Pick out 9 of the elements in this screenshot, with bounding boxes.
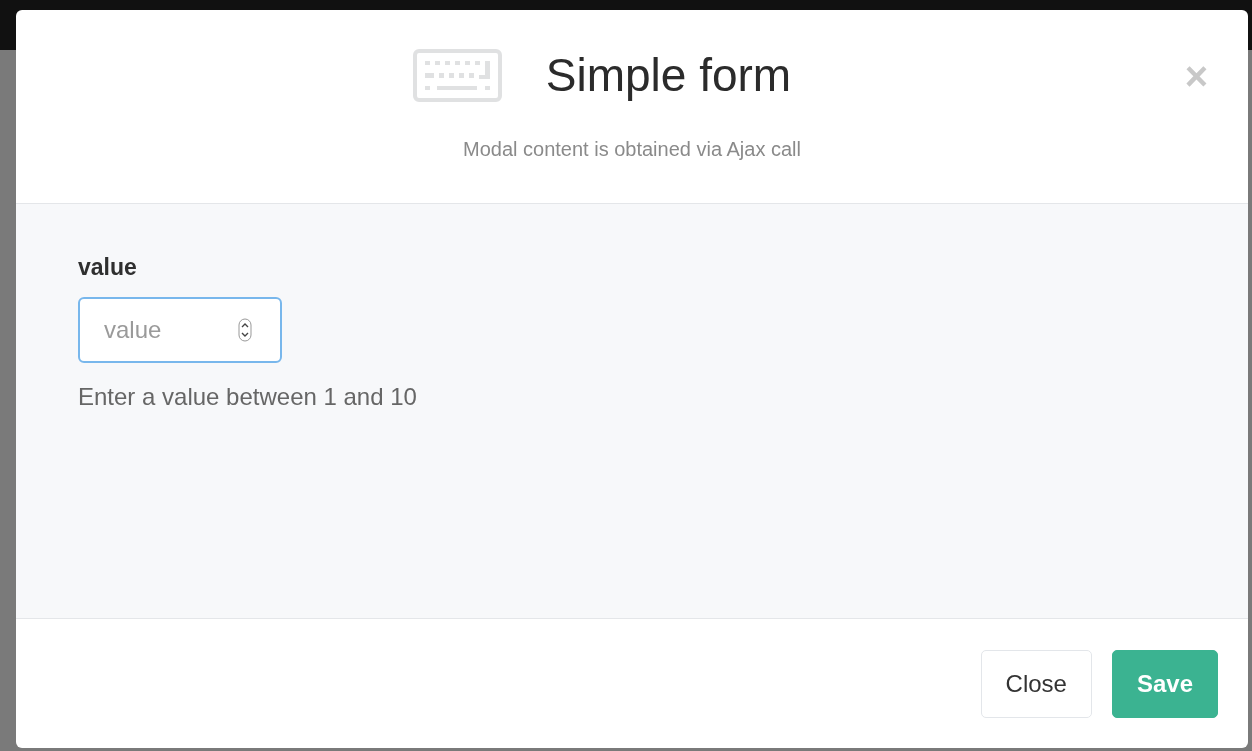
help-text: Enter a value between 1 and 10: [78, 383, 417, 411]
number-input[interactable]: value: [78, 297, 282, 363]
save-button[interactable]: Save: [1111, 649, 1218, 718]
field-label: value: [78, 254, 137, 281]
keyboard-icon: [412, 48, 502, 102]
close-button[interactable]: Close: [980, 649, 1092, 718]
modal-title: Simple form: [545, 48, 792, 102]
modal-subtitle: Modal content is obtained via Ajax call: [463, 138, 801, 161]
spinner-icon[interactable]: [238, 318, 252, 342]
